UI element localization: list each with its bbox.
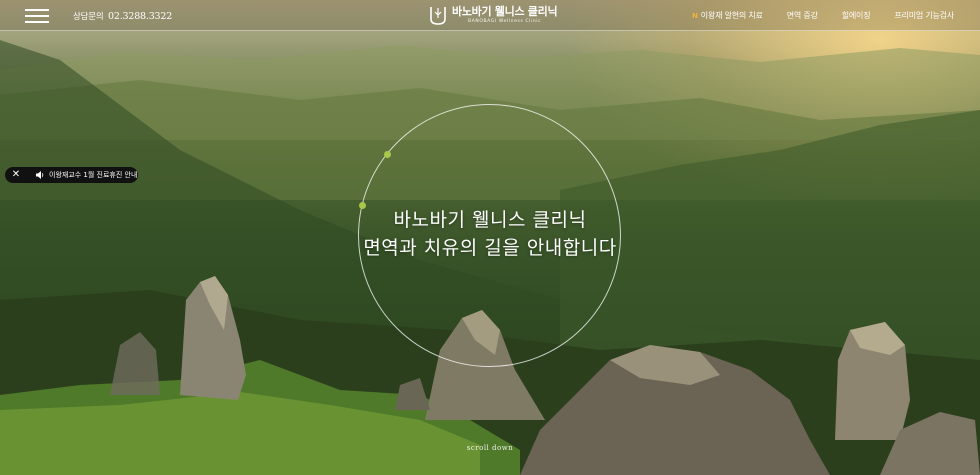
nav-item-label: 프리미엄 기능검사 [894, 11, 954, 20]
site-header: 상담문의 02.3288.3322 바노바기 웰니스 클리닉 BANOBAGI … [0, 0, 980, 31]
nav-item-treatment[interactable]: N 이왕재 알현의 치료 [692, 10, 763, 21]
nav-item-premium-test[interactable]: 프리미엄 기능검사 [894, 10, 954, 21]
headline-line-2: 면역과 치유의 길을 안내합니다 [363, 237, 617, 259]
headline-line-1: 바노바기 웰니스 클리닉 [393, 209, 587, 231]
close-icon[interactable]: ✕ [5, 167, 27, 183]
hamburger-menu-icon[interactable] [25, 9, 49, 23]
hero-headline: 바노바기 웰니스 클리닉 면역과 치유의 길을 안내합니다 [330, 206, 650, 262]
nav-item-label: 면역 증강 [786, 11, 818, 20]
logo-cup-icon [430, 7, 446, 25]
consult-label: 상담문의 [73, 12, 104, 22]
logo-name: 바노바기 웰니스 클리닉 [452, 5, 558, 18]
logo-subtitle: BANOBAGI Wellness Clinic [468, 19, 542, 24]
new-badge: N [692, 11, 698, 20]
notice-text: 이왕재교수 1월 진료휴진 안내 [49, 171, 138, 179]
speaker-icon [36, 171, 44, 179]
ring-dot [384, 151, 391, 158]
nav-item-healaging[interactable]: 힐에이징 [842, 10, 871, 21]
nav-item-label: 이왕재 알현의 치료 [700, 11, 763, 20]
main-nav: N 이왕재 알현의 치료 면역 증강 힐에이징 프리미엄 기능검사 [692, 10, 954, 21]
scroll-down-indicator[interactable]: scroll down [440, 444, 540, 452]
consult-phone[interactable]: 상담문의 02.3288.3322 [73, 10, 172, 22]
nav-item-label: 힐에이징 [841, 11, 871, 20]
consult-phone-number: 02.3288.3322 [108, 11, 173, 22]
site-logo[interactable]: 바노바기 웰니스 클리닉 BANOBAGI Wellness Clinic [429, 3, 558, 27]
nav-item-immunity[interactable]: 면역 증강 [787, 10, 818, 21]
notice-banner[interactable]: ✕ 이왕재교수 1월 진료휴진 안내 [5, 167, 138, 183]
